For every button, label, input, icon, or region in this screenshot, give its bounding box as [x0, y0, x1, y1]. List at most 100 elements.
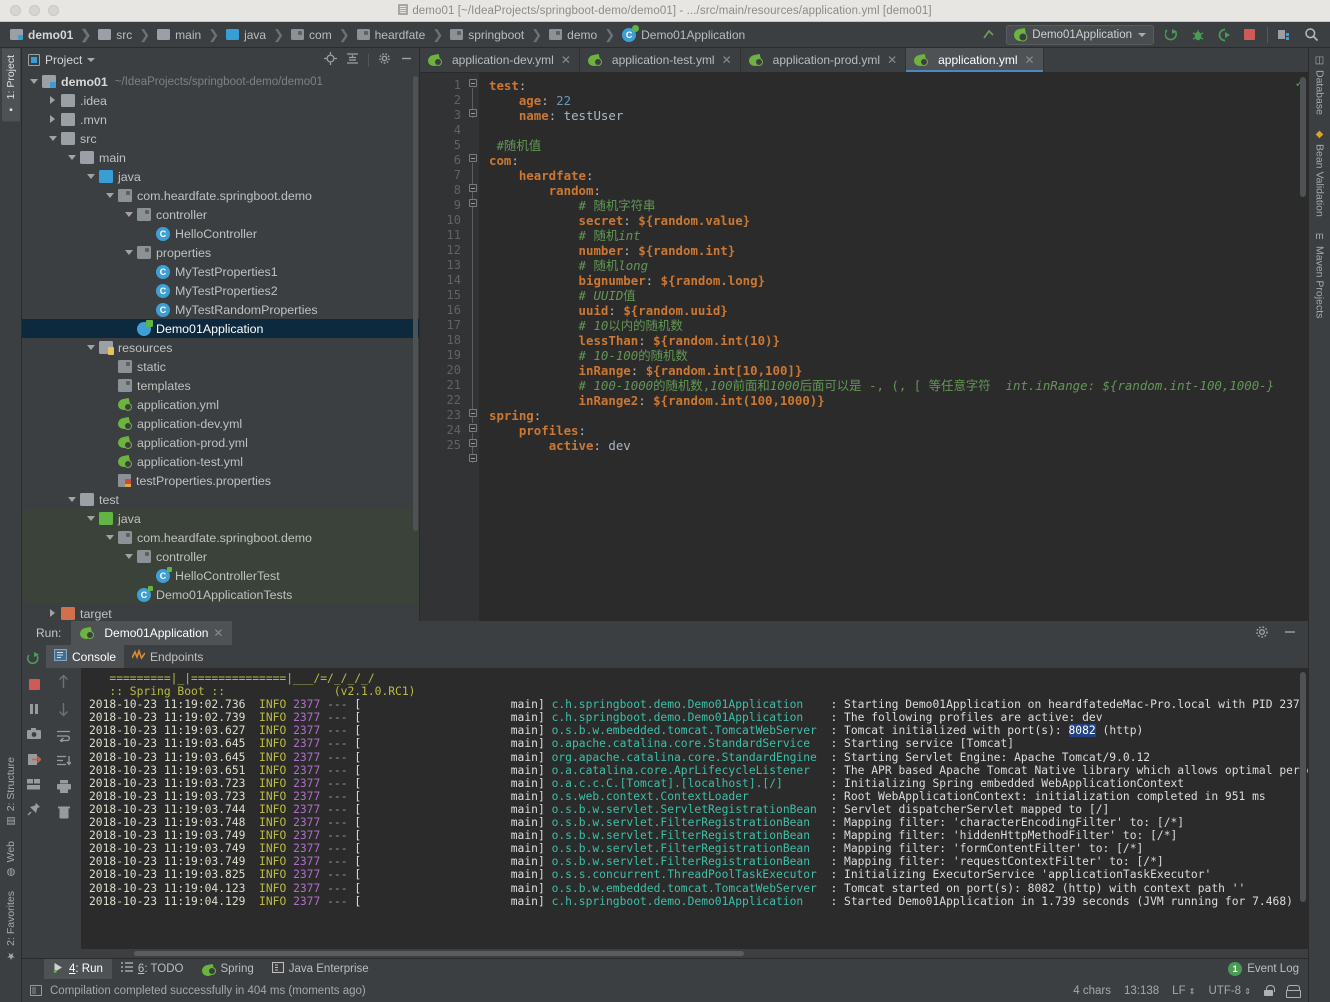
console-output[interactable]: =========|_|==============|___/=/_/_/_/ …: [81, 668, 1308, 949]
tree-node-mytestproperties2[interactable]: C MyTestProperties2: [22, 281, 419, 300]
fold-marker[interactable]: [469, 454, 477, 462]
tree-node-templates[interactable]: templates: [22, 376, 419, 395]
bottom-tab-spring[interactable]: Spring: [193, 959, 263, 979]
collapse-all-icon[interactable]: [346, 52, 359, 68]
tree-expander-open[interactable]: [49, 134, 58, 143]
sidebar-item-project[interactable]: ▪ 1: Project: [1, 48, 20, 122]
lock-icon[interactable]: [1264, 985, 1275, 996]
sidebar-item-web[interactable]: ◍ Web: [2, 834, 20, 884]
tree-node-properties[interactable]: properties: [22, 243, 419, 262]
tree-expander-open[interactable]: [125, 248, 134, 257]
tree-node-java[interactable]: java: [22, 509, 419, 528]
sidebar-item-database[interactable]: ◫ Database: [1311, 48, 1329, 122]
fold-marker[interactable]: [469, 199, 477, 207]
tree-expander-open[interactable]: [68, 495, 77, 504]
tree-node-src[interactable]: src: [22, 129, 419, 148]
tree-expander-open[interactable]: [125, 210, 134, 219]
tree-expander-open[interactable]: [87, 514, 96, 523]
fold-marker[interactable]: [469, 79, 477, 87]
stop-icon[interactable]: [1241, 26, 1258, 43]
fold-marker[interactable]: [469, 109, 477, 117]
tree-node--idea[interactable]: .idea: [22, 91, 419, 110]
project-structure-icon[interactable]: [1277, 26, 1294, 43]
console-tab-endpoints[interactable]: Endpoints: [124, 645, 211, 668]
tree-node-application-yml[interactable]: application.yml: [22, 395, 419, 414]
minimize-icon[interactable]: [1283, 625, 1297, 642]
run-configuration-tab[interactable]: Demo01Application ✕: [71, 621, 233, 645]
tree-expander-open[interactable]: [125, 552, 134, 561]
close-icon[interactable]: ✕: [1025, 53, 1035, 67]
tree-node-demo01application[interactable]: Demo01Application: [22, 319, 419, 338]
editor-tab-bar[interactable]: application-dev.yml ✕ application-test.yml…: [420, 48, 1308, 73]
rerun-icon[interactable]: [27, 652, 41, 666]
project-tree[interactable]: demo01 ~/IdeaProjects/springboot-demo/dem…: [22, 72, 419, 621]
editor-fold-gutter[interactable]: [467, 73, 479, 621]
fold-marker[interactable]: [469, 439, 477, 447]
tree-node-main[interactable]: main: [22, 148, 419, 167]
tree-node-application-prod-yml[interactable]: application-prod.yml: [22, 433, 419, 452]
tree-node-application-test-yml[interactable]: application-test.yml: [22, 452, 419, 471]
breadcrumb-item-demo01application[interactable]: C Demo01Application: [618, 22, 748, 47]
bottom-tab-java-enterprise[interactable]: Java Enterprise: [263, 959, 378, 979]
breadcrumb-item-demo01[interactable]: demo01 ❯: [6, 22, 94, 47]
tree-expander-closed[interactable]: [49, 609, 58, 618]
layout-icon[interactable]: [27, 777, 41, 791]
editor-tab-application-dev.yml[interactable]: application-dev.yml ✕: [420, 48, 580, 72]
editor-content[interactable]: 1 2 3 4 5 6 7 8 9 10 11 12 13 14 15 16 17 18 19 20 21 22 23 24 2…: [420, 73, 1308, 621]
scroll-to-end-icon[interactable]: [56, 755, 72, 770]
bottom-tab-todo[interactable]: 6: TODO: [112, 959, 193, 979]
tree-expander-open[interactable]: [106, 191, 115, 200]
tree-node-testproperties-properties[interactable]: testProperties.properties: [22, 471, 419, 490]
console-horizontal-scrollbar[interactable]: [46, 949, 1308, 958]
settings-gear-icon[interactable]: [378, 52, 391, 68]
camera-icon[interactable]: [27, 727, 41, 741]
run-with-coverage-icon[interactable]: [1215, 26, 1232, 43]
run-configuration-selector[interactable]: Demo01Application: [1006, 24, 1154, 45]
console-scrollbar[interactable]: [1300, 672, 1306, 902]
breadcrumb-item-java[interactable]: java ❯: [222, 22, 287, 47]
tree-node-demo01applicationtests[interactable]: C Demo01ApplicationTests: [22, 585, 419, 604]
settings-gear-icon[interactable]: [1255, 625, 1269, 642]
tree-expander-closed[interactable]: [49, 96, 58, 105]
tree-node-mytestrandomproperties[interactable]: C MyTestRandomProperties: [22, 300, 419, 319]
close-icon[interactable]: ✕: [722, 53, 732, 67]
breadcrumb-item-com[interactable]: com ❯: [287, 22, 353, 47]
project-tree-scrollbar[interactable]: [413, 76, 418, 531]
sidebar-item-structure[interactable]: ▤ 2: Structure: [2, 750, 20, 833]
sidebar-item-bean-validation[interactable]: ◆ Bean Validation: [1311, 122, 1329, 224]
line-separator-selector[interactable]: LF ⇕: [1172, 985, 1195, 997]
breadcrumb-item-src[interactable]: src ❯: [94, 22, 153, 47]
breadcrumb[interactable]: demo01 ❯ src ❯ main ❯ java ❯ com ❯ heardfate ❯ sprin…: [6, 22, 748, 47]
close-icon[interactable]: ✕: [887, 53, 897, 67]
code-text[interactable]: test: age: 22 name: testUser #随机值 com: he…: [479, 73, 1308, 621]
close-icon[interactable]: ✕: [561, 53, 571, 67]
tree-node-controller[interactable]: controller: [22, 547, 419, 566]
breadcrumb-item-springboot[interactable]: springboot ❯: [446, 22, 545, 47]
pin-icon[interactable]: [27, 802, 41, 816]
encoding-selector[interactable]: UTF-8 ⇕: [1209, 985, 1252, 997]
close-icon[interactable]: ✕: [213, 626, 223, 640]
debug-icon[interactable]: [1189, 26, 1206, 43]
chevron-down-icon[interactable]: [87, 58, 96, 62]
sidebar-item-maven-projects[interactable]: m Maven Projects: [1311, 224, 1329, 325]
pause-icon[interactable]: [27, 702, 41, 716]
tree-node-test[interactable]: test: [22, 490, 419, 509]
console-tab-console[interactable]: Console: [46, 645, 125, 668]
fold-marker[interactable]: [469, 424, 477, 432]
close-window-button[interactable]: [10, 5, 21, 16]
trash-icon[interactable]: [57, 806, 70, 822]
run-icon[interactable]: [1163, 26, 1180, 43]
print-icon[interactable]: [56, 780, 71, 796]
export-icon[interactable]: [27, 752, 41, 766]
breadcrumb-item-heardfate[interactable]: heardfate ❯: [353, 22, 447, 47]
soft-wrap-icon[interactable]: [56, 730, 71, 745]
editor-tab-application.yml[interactable]: application.yml ✕: [906, 48, 1044, 72]
caret-position[interactable]: 13:138: [1124, 985, 1159, 997]
up-arrow-icon[interactable]: [57, 674, 70, 692]
tree-node-hellocontroller[interactable]: C HelloController: [22, 224, 419, 243]
tray-icon[interactable]: [1286, 984, 1301, 998]
editor-tab-application-test.yml[interactable]: application-test.yml ✕: [580, 48, 741, 72]
tree-expander-open[interactable]: [87, 172, 96, 181]
search-icon[interactable]: [1303, 26, 1320, 43]
bottom-tab-run[interactable]: 4: Run: [44, 959, 112, 979]
